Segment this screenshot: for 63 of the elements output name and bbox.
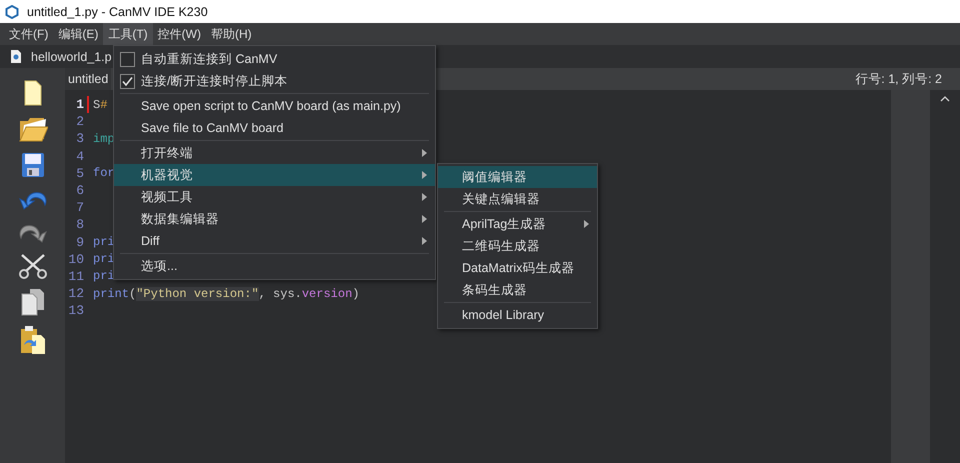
copy-icon[interactable] <box>20 288 44 316</box>
code-line: pri <box>93 269 115 284</box>
checkbox[interactable] <box>120 74 135 88</box>
menu-item[interactable]: AprilTag生成器 <box>438 213 597 235</box>
menu-item[interactable]: 条码生成器 <box>438 279 597 301</box>
menu-item[interactable]: Diff <box>114 230 435 252</box>
menu-item[interactable]: 控件(W) <box>152 23 206 45</box>
checkbox[interactable] <box>120 52 135 66</box>
python-file-icon <box>11 50 21 63</box>
line-number: 1 <box>75 97 84 112</box>
menu-item[interactable]: 连接/断开连接时停止脚本 <box>114 70 435 92</box>
app-logo-icon <box>5 4 19 18</box>
paste-icon[interactable] <box>20 325 46 355</box>
submenu-arrow-icon <box>422 193 427 201</box>
menu-item[interactable]: 关键点编辑器 <box>438 188 597 210</box>
menu-item[interactable]: 阈值编辑器 <box>438 166 597 188</box>
menu-item[interactable]: 文件(F) <box>4 23 54 45</box>
line-number: 10 <box>67 252 84 267</box>
menu-item[interactable]: 帮助(H) <box>206 23 257 45</box>
menu-item[interactable]: kmodel Library <box>438 304 597 326</box>
line-number: 3 <box>75 131 84 146</box>
submenu-arrow-icon <box>422 149 427 157</box>
line-number: 13 <box>67 303 84 318</box>
submenu-arrow-icon <box>422 215 427 223</box>
new-file-icon[interactable] <box>24 80 42 106</box>
code-line: print("Python version:", sys.version) <box>93 286 360 301</box>
line-number: 9 <box>75 234 84 250</box>
submenu-arrow-icon <box>422 171 427 179</box>
line-number: 5 <box>75 166 84 181</box>
submenu-arrow-icon <box>584 220 589 228</box>
line-number: 8 <box>75 217 84 232</box>
window-title: untitled_1.py - CanMV IDE K230 <box>27 4 208 18</box>
submenu-arrow-icon <box>422 237 427 245</box>
folder-icon[interactable] <box>18 115 48 143</box>
line-number: 7 <box>75 200 84 216</box>
scissors-icon[interactable] <box>18 253 48 279</box>
code-line: pri <box>93 252 115 266</box>
cursor-position: 行号: 1, 列号: 2 <box>855 70 943 88</box>
line-number: 6 <box>75 183 84 198</box>
line-number: 12 <box>67 286 84 302</box>
save-icon[interactable] <box>20 152 44 178</box>
code-line: imp <box>93 132 115 146</box>
menu-item[interactable]: 编辑(E) <box>53 23 104 45</box>
code-line: pri <box>93 235 115 250</box>
code-line: S# <box>93 98 108 112</box>
code-line: for <box>93 166 115 180</box>
line-number: 11 <box>67 268 84 284</box>
menu-item[interactable]: 打开终端 <box>114 142 435 164</box>
scroll-up-icon[interactable] <box>940 95 950 102</box>
file-tab[interactable]: helloworld_1.p <box>27 50 116 64</box>
menu-item[interactable]: DataMatrix码生成器 <box>438 257 597 279</box>
menu-item[interactable]: 工具(T) <box>103 23 153 45</box>
menu-item[interactable]: 二维码生成器 <box>438 235 597 257</box>
menu-item[interactable]: Save open script to CanMV board (as main.py) <box>114 95 435 117</box>
menu-item[interactable]: 机器视觉 <box>114 164 435 186</box>
menu-item[interactable]: Save file to CanMV board <box>114 117 435 139</box>
menu-item[interactable]: 数据集编辑器 <box>114 208 435 230</box>
menu-item[interactable]: 自动重新连接到 CanMV <box>114 48 435 70</box>
editor-tab[interactable]: untitled <box>65 68 112 90</box>
menu-item[interactable]: 选项... <box>114 255 435 277</box>
line-number: 4 <box>75 148 84 164</box>
line-number: 2 <box>75 114 84 130</box>
menu-item[interactable]: 视频工具 <box>114 186 435 208</box>
